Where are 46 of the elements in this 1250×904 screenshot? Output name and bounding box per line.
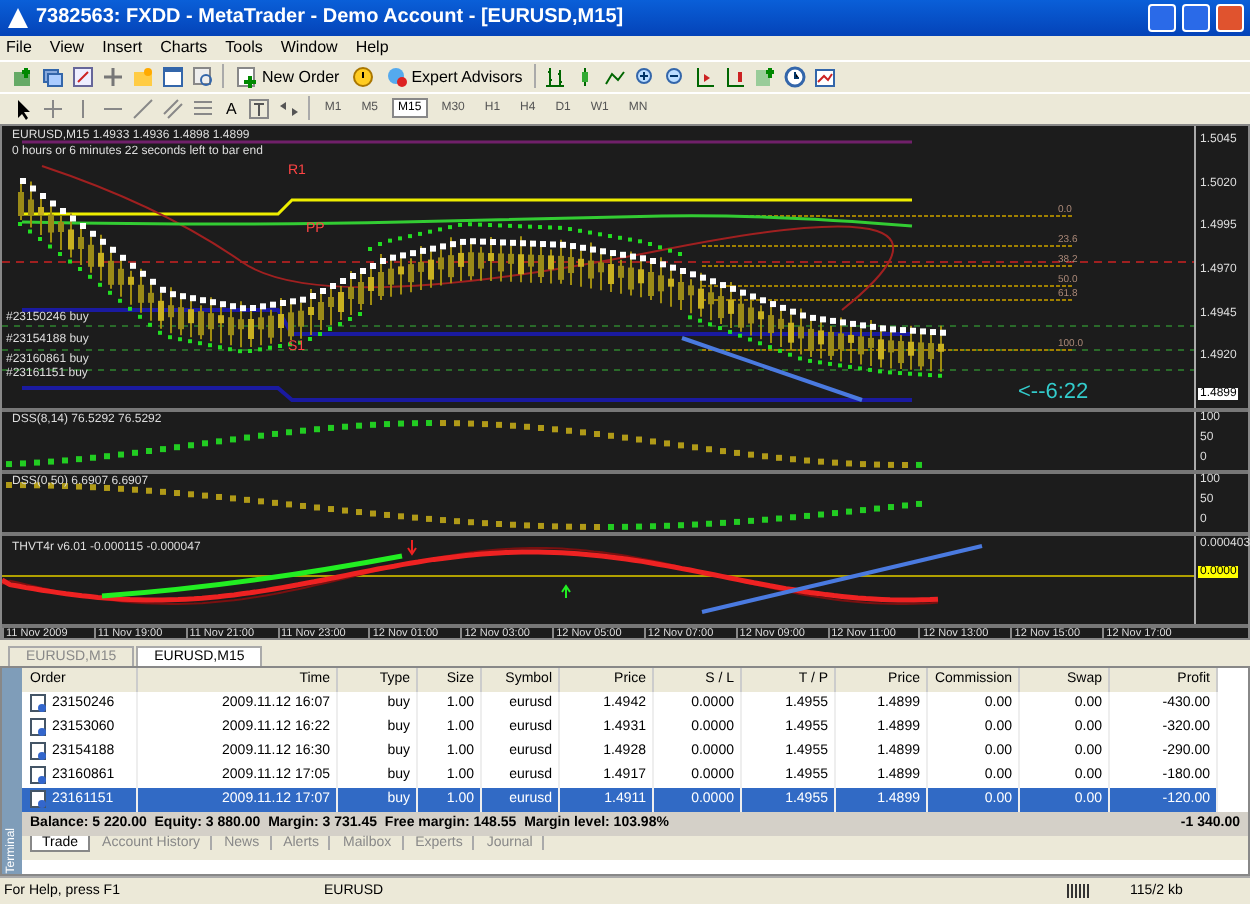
- maximize-button[interactable]: [1182, 3, 1210, 32]
- document-icon: [30, 694, 46, 713]
- window-icon[interactable]: [162, 65, 184, 88]
- autoscroll-icon[interactable]: [724, 65, 747, 88]
- text-label-icon[interactable]: [248, 97, 271, 120]
- crosshair-icon[interactable]: [102, 65, 124, 88]
- app-logo-icon: [6, 5, 30, 30]
- document-icon: [30, 718, 46, 737]
- fibonacci-icon[interactable]: [192, 97, 214, 120]
- bar-timer-text: <--6:22: [1018, 379, 1089, 404]
- menu-item[interactable]: Window: [280, 38, 338, 57]
- menu-item[interactable]: View: [49, 38, 85, 57]
- expert-advisors-button[interactable]: Expert Advisors: [381, 65, 527, 88]
- windows-icon[interactable]: [42, 65, 64, 88]
- menu-item[interactable]: Insert: [102, 38, 143, 57]
- minimize-button[interactable]: [1148, 3, 1176, 32]
- menu-item[interactable]: File: [6, 38, 32, 57]
- document-icon: [30, 766, 46, 785]
- clock-icon[interactable]: [784, 65, 807, 88]
- zoom-out-icon[interactable]: [664, 65, 687, 88]
- cursor-icon[interactable]: [12, 97, 34, 120]
- channel-icon[interactable]: [162, 97, 184, 120]
- order-plus-icon: [236, 65, 258, 88]
- template-icon[interactable]: [814, 65, 837, 88]
- chart-shift-icon[interactable]: [694, 65, 717, 88]
- up-arrow-icon: [561, 583, 571, 599]
- window-title: 7382563: FXDD - MetaTrader - Demo Account - [EURUSD,M15]: [36, 6, 626, 29]
- text-tool-button[interactable]: A: [222, 99, 241, 118]
- menu-item[interactable]: Charts: [160, 38, 208, 57]
- indicator-plus-icon[interactable]: [754, 65, 777, 88]
- close-button[interactable]: [1216, 3, 1244, 32]
- warning-icon[interactable]: [351, 65, 374, 88]
- menu-item[interactable]: Tools: [225, 38, 263, 57]
- down-arrow-icon: [407, 538, 417, 556]
- document-icon: [30, 790, 46, 809]
- magnifier-chart-icon[interactable]: [192, 65, 214, 88]
- trendline-icon[interactable]: [132, 97, 154, 120]
- menu-item[interactable]: Help: [355, 38, 389, 57]
- document-icon: [30, 742, 46, 761]
- crosshair-icon[interactable]: [42, 97, 64, 120]
- zoom-in-icon[interactable]: [634, 65, 657, 88]
- bar-chart-icon[interactable]: [544, 65, 567, 88]
- new-order-button[interactable]: New Order: [232, 65, 344, 88]
- connection-bars-icon: [1066, 884, 1090, 899]
- new-chart-icon[interactable]: [12, 65, 34, 88]
- arrows-icon[interactable]: [278, 97, 301, 120]
